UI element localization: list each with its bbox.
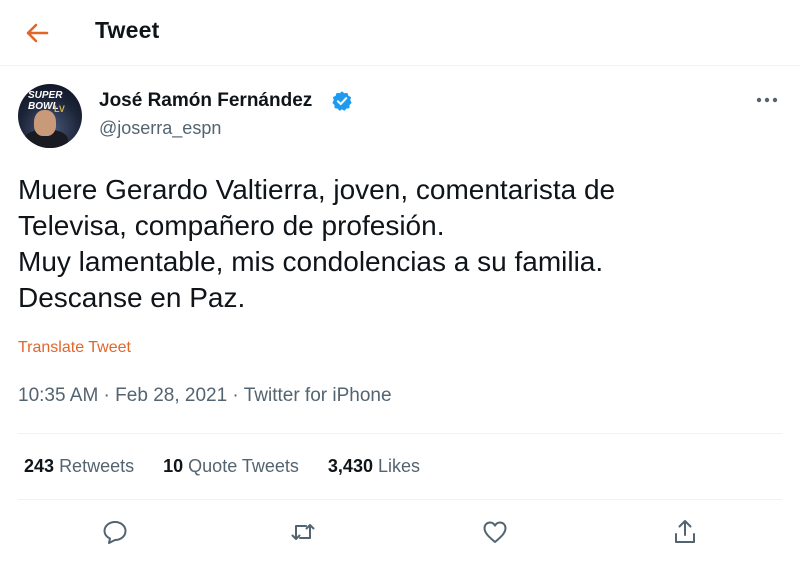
tweet-line: Televisa, compañero de profesión. xyxy=(18,210,445,241)
tweet-line: Descanse en Paz. xyxy=(18,282,246,313)
arrow-left-icon xyxy=(26,23,49,43)
tweet-meta: 10:35 AM · Feb 28, 2021 · Twitter for iP… xyxy=(18,385,392,407)
quote-tweets-label: Quote Tweets xyxy=(188,456,299,476)
tweet-date[interactable]: Feb 28, 2021 xyxy=(115,385,227,406)
retweet-button[interactable] xyxy=(288,517,318,547)
likes-count: 3,430 xyxy=(327,456,373,476)
page-header: Tweet xyxy=(0,0,800,66)
author-handle[interactable]: @joserra_espn xyxy=(99,118,221,139)
translate-tweet-link[interactable]: Translate Tweet xyxy=(18,339,131,357)
retweets-count: 243 xyxy=(24,456,55,476)
avatar[interactable]: SUPER BOWL LV xyxy=(18,84,82,148)
tweet-text: Muere Gerardo Valtierra, joven, comentar… xyxy=(18,172,738,316)
quote-tweets-stat[interactable]: 10 Quote Tweets xyxy=(163,456,299,477)
retweet-icon xyxy=(291,524,315,540)
share-button[interactable] xyxy=(670,517,700,547)
back-button[interactable] xyxy=(22,18,52,48)
meta-separator: · xyxy=(227,385,244,406)
reply-icon xyxy=(103,521,127,544)
divider xyxy=(18,433,782,434)
quote-tweets-count: 10 xyxy=(163,456,184,476)
retweets-stat[interactable]: 243 Retweets xyxy=(24,456,134,477)
tweet-line: Muere Gerardo Valtierra, joven, comentar… xyxy=(18,174,616,205)
divider xyxy=(18,499,782,500)
meta-separator: · xyxy=(98,385,116,406)
more-options-icon[interactable] xyxy=(753,92,781,108)
tweet-source[interactable]: Twitter for iPhone xyxy=(244,385,392,406)
tweet-stats: 243 Retweets 10 Quote Tweets 3,430 Likes xyxy=(24,456,444,477)
like-button[interactable] xyxy=(480,517,510,547)
like-icon xyxy=(483,521,507,543)
retweets-label: Retweets xyxy=(59,456,135,476)
page-title: Tweet xyxy=(95,17,160,43)
likes-label: Likes xyxy=(377,456,421,476)
share-icon xyxy=(675,520,695,543)
verified-badge-icon xyxy=(332,91,352,111)
reply-button[interactable] xyxy=(100,517,130,547)
avatar-face xyxy=(34,110,56,136)
likes-stat[interactable]: 3,430 Likes xyxy=(328,456,420,477)
avatar-badge-text: LV xyxy=(54,104,65,114)
tweet-line: Muy lamentable, mis condolencias a su fa… xyxy=(18,246,604,277)
tweet-time[interactable]: 10:35 AM xyxy=(18,385,98,406)
author-name[interactable]: José Ramón Fernández xyxy=(99,90,312,112)
